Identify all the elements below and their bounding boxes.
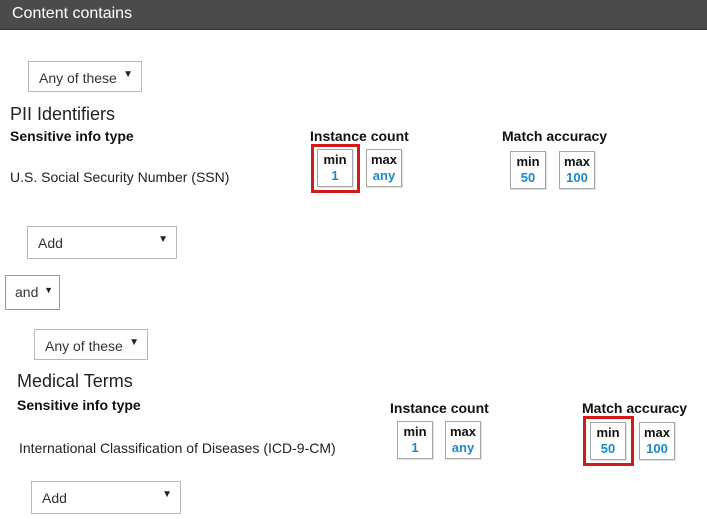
section-header: Content contains	[0, 0, 707, 30]
group2-accuracy-max[interactable]: max 100	[639, 422, 675, 460]
caret-down-icon: ▼	[44, 285, 53, 295]
group1-operator-value: Any of these	[39, 70, 117, 86]
max-label: max	[370, 152, 398, 167]
min-value: 50	[520, 170, 536, 185]
group1-match-accuracy-header: Match accuracy	[502, 128, 608, 144]
group2-add-label: Add	[42, 490, 67, 506]
max-value: any	[372, 168, 396, 183]
min-label: min	[403, 424, 427, 439]
max-label: max	[563, 154, 591, 169]
group2-add-select[interactable]: Add ▼	[31, 481, 181, 514]
min-value: 1	[411, 440, 419, 455]
min-value: 50	[600, 441, 616, 456]
join-operator-button[interactable]: and ▼	[5, 275, 60, 310]
min-label: min	[596, 425, 620, 440]
group2-operator-value: Any of these	[45, 338, 123, 354]
dropdown-arrow-icon: ▼	[129, 337, 139, 348]
dropdown-arrow-icon: ▼	[158, 234, 168, 245]
group2-accuracy-min[interactable]: min 50	[590, 422, 626, 460]
group2-sensitive-info-header: Sensitive info type	[17, 397, 141, 413]
group1-instance-min[interactable]: min 1	[317, 149, 353, 187]
group1-add-label: Add	[38, 235, 63, 251]
group1-sensitive-info-header: Sensitive info type	[10, 128, 134, 144]
group2-instance-max[interactable]: max any	[445, 421, 481, 459]
min-label: min	[516, 154, 540, 169]
group1-add-select[interactable]: Add ▼	[27, 226, 177, 259]
group1-sensitive-info-label: U.S. Social Security Number (SSN)	[10, 169, 230, 185]
group1-title: PII Identifiers	[10, 104, 116, 124]
max-label: max	[643, 425, 671, 440]
group1-accuracy-min[interactable]: min 50	[510, 151, 546, 189]
group1-operator-select[interactable]: Any of these ▼	[28, 61, 142, 92]
section-title: Content contains	[12, 5, 133, 22]
group2-instance-min[interactable]: min 1	[397, 421, 433, 459]
group2-sensitive-info-label: International Classification of Diseases…	[19, 440, 336, 456]
max-value: 100	[566, 170, 588, 185]
group1-instance-max[interactable]: max any	[366, 149, 402, 187]
group1-accuracy-max[interactable]: max 100	[559, 151, 595, 189]
group2-title: Medical Terms	[17, 371, 133, 391]
group2-instance-count-header: Instance count	[390, 400, 489, 416]
dropdown-arrow-icon: ▼	[162, 489, 172, 500]
max-value: any	[451, 440, 475, 455]
group2-match-accuracy-header: Match accuracy	[582, 400, 688, 416]
group2-operator-select[interactable]: Any of these ▼	[34, 329, 148, 360]
max-label: max	[449, 424, 477, 439]
dropdown-arrow-icon: ▼	[123, 69, 133, 80]
max-value: 100	[646, 441, 668, 456]
min-label: min	[323, 152, 347, 167]
min-value: 1	[331, 168, 339, 183]
join-operator-value: and	[15, 284, 39, 300]
group1-instance-count-header: Instance count	[310, 128, 409, 144]
